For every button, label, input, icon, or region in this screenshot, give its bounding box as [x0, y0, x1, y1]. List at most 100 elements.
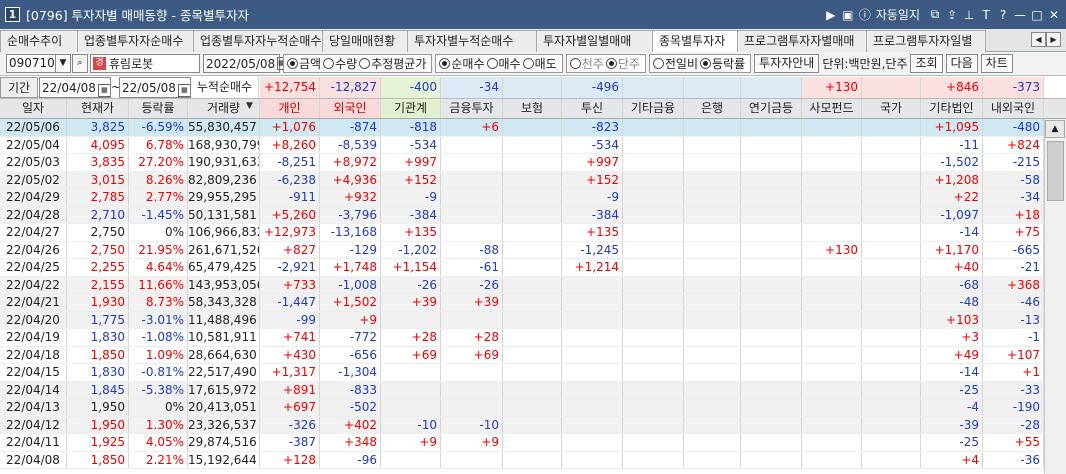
- table-cell: [802, 346, 862, 363]
- table-row[interactable]: 22/04/26 2,750 21.95% 261,671,526 +827 -129 -1…: [0, 241, 1044, 259]
- investor-guide-button[interactable]: 투자자안내: [754, 54, 820, 73]
- table-cell: +1,502: [320, 294, 381, 311]
- table-row[interactable]: 22/04/25 2,255 4.64% 65,479,425 -2,921 +1,748…: [0, 259, 1044, 277]
- col-header-8[interactable]: 보험: [503, 99, 562, 118]
- radio-buy[interactable]: 매수: [486, 55, 521, 72]
- date-input[interactable]: 2022/05/08 ▦: [203, 54, 286, 73]
- col-header-4[interactable]: 개인: [260, 99, 320, 118]
- link-icon[interactable]: ⧉: [929, 7, 941, 22]
- font-icon[interactable]: T: [980, 8, 992, 22]
- radio-thousand-shares[interactable]: 천주: [569, 55, 604, 72]
- chart-button[interactable]: 차트: [980, 54, 1013, 73]
- autolog-button[interactable]: 자동일지: [876, 6, 920, 23]
- col-header-6[interactable]: 기관계: [381, 99, 441, 118]
- info-icon[interactable]: ⓘ: [859, 6, 871, 23]
- radio-prev-day[interactable]: 전일비: [652, 55, 698, 72]
- table-row[interactable]: 22/04/28 2,710 -1.45% 50,131,581 +5,260 -3,79…: [0, 206, 1044, 224]
- vertical-scrollbar[interactable]: ▲: [1044, 119, 1066, 474]
- screen-icon[interactable]: ▣: [842, 8, 854, 22]
- play-icon[interactable]: ▶: [825, 8, 837, 22]
- table-row[interactable]: 22/05/04 4,095 6.78% 168,930,799 +8,260 -8,53…: [0, 136, 1044, 154]
- tab-4[interactable]: 투자자별누적순매수: [407, 30, 537, 52]
- tab-8[interactable]: 프로그램투자자일별: [866, 30, 986, 52]
- tab-1[interactable]: 업종별투자자순매수: [77, 30, 194, 52]
- col-header-0[interactable]: 일자: [0, 99, 67, 118]
- table-cell: [623, 154, 684, 171]
- minimize-icon[interactable]: —: [1014, 8, 1026, 22]
- table-row[interactable]: 22/04/29 2,785 2.77% 29,955,295 -911 +932 -9 -9…: [0, 189, 1044, 207]
- table-cell: +997: [381, 154, 441, 171]
- tab-prev-icon[interactable]: ◀: [1031, 32, 1046, 47]
- table-row[interactable]: 22/04/22 2,155 11.66% 143,953,056 +733 -1,008…: [0, 276, 1044, 294]
- calendar-icon[interactable]: ▦: [177, 84, 190, 97]
- table-row[interactable]: 22/04/21 1,930 8.73% 58,343,328 -1,447 +1,502…: [0, 294, 1044, 312]
- table-row[interactable]: 22/05/02 3,015 8.26% 82,809,236 -6,238 +4,936…: [0, 171, 1044, 189]
- sort-arrow-icon[interactable]: ▼: [246, 101, 253, 111]
- col-header-12[interactable]: 연기금등: [741, 99, 802, 118]
- maximize-icon[interactable]: □: [1031, 8, 1043, 22]
- radio-single-shares[interactable]: 단주: [605, 55, 640, 72]
- column-header-row: 일자 현재가 등락률 거래량 개인 외국인 기관계 금융투자 보험 투신 기타금융 은행 연기금등 사모펀…: [0, 99, 1066, 119]
- col-header-1[interactable]: 현재가: [67, 99, 129, 118]
- stock-name-field: 경 휴림로봇: [90, 54, 200, 73]
- calendar-icon[interactable]: ▦: [97, 84, 110, 97]
- tab-next-icon[interactable]: ▶: [1046, 32, 1061, 47]
- table-row[interactable]: 22/04/12 1,950 1.30% 23,326,537 -326 +402 -10-…: [0, 416, 1044, 434]
- tab-5[interactable]: 투자자별일별매매: [536, 30, 653, 52]
- scroll-up-icon[interactable]: ▲: [1045, 120, 1065, 138]
- period-to-input[interactable]: 22/05/08 ▦: [119, 77, 191, 98]
- table-row[interactable]: 22/04/15 1,830 -0.81% 22,517,490 +1,317 -1,30…: [0, 364, 1044, 382]
- col-header-11[interactable]: 은행: [684, 99, 741, 118]
- table-cell: [562, 329, 623, 346]
- period-from-input[interactable]: 22/04/08 ▦: [39, 77, 111, 98]
- table-cell: -36: [983, 451, 1044, 468]
- table-row[interactable]: 22/04/14 1,845 -5.38% 17,615,972 +891 -833 -25…: [0, 381, 1044, 399]
- table-row[interactable]: 22/04/08 1,850 2.21% 15,192,644 +128 -96 +4 -36: [0, 451, 1044, 469]
- tab-7[interactable]: 프로그램투자자별매매: [737, 30, 867, 52]
- table-cell: -96: [320, 451, 381, 468]
- tab-0[interactable]: 순매수추이: [0, 30, 78, 52]
- table-row[interactable]: 22/04/18 1,850 1.09% 28,664,630 +430 -656 +69 +…: [0, 346, 1044, 364]
- table-cell: [441, 381, 503, 398]
- radio-avg-price[interactable]: 추정평균가: [359, 55, 426, 72]
- next-button[interactable]: 다음: [945, 54, 978, 73]
- table-row[interactable]: 22/04/19 1,830 -1.08% 10,581,911 +741 -772 +28…: [0, 329, 1044, 347]
- radio-change-rate[interactable]: 등락률: [700, 55, 745, 72]
- query-button[interactable]: 조회: [910, 54, 943, 73]
- col-header-13[interactable]: 사모펀드: [802, 99, 862, 118]
- help-icon[interactable]: ?: [997, 8, 1009, 22]
- col-header-2[interactable]: 등락률: [129, 99, 188, 118]
- col-header-16[interactable]: 내외국인: [983, 99, 1044, 118]
- radio-net-buy[interactable]: 순매수: [439, 55, 485, 72]
- table-row[interactable]: 22/05/03 3,835 27.20% 190,931,633 -8,251 +8,9…: [0, 154, 1044, 172]
- stock-code-input[interactable]: 090710: [6, 54, 56, 73]
- table-row[interactable]: 22/04/27 2,750 0% 106,966,832 +12,973 -13,168…: [0, 224, 1044, 242]
- tab-2[interactable]: 업종별투자자누적순매수: [193, 30, 323, 52]
- code-dropdown-icon[interactable]: ▼: [55, 54, 71, 73]
- table-cell: [741, 276, 802, 293]
- table-cell: [684, 381, 741, 398]
- col-header-9[interactable]: 투신: [562, 99, 623, 118]
- table-row[interactable]: 22/05/06 3,825 -6.59% 55,830,457 +1,076 -874-…: [0, 119, 1044, 137]
- col-header-7[interactable]: 금융투자: [441, 99, 503, 118]
- search-icon[interactable]: ⌕: [72, 54, 88, 73]
- close-icon[interactable]: ✕: [1048, 8, 1060, 22]
- radio-amount[interactable]: 금액: [287, 55, 321, 72]
- col-header-14[interactable]: 국가: [862, 99, 921, 118]
- tab-6[interactable]: 종목별투자자: [652, 30, 738, 53]
- table-row[interactable]: 22/04/13 1,950 0% 20,413,051 +697 -502 -4 -190: [0, 399, 1044, 417]
- radio-sell[interactable]: 매도: [522, 55, 557, 72]
- table-cell: -1.45%: [129, 206, 188, 223]
- col-header-15[interactable]: 기타법인: [921, 99, 983, 118]
- col-header-10[interactable]: 기타금융: [623, 99, 684, 118]
- table-row[interactable]: 22/04/20 1,775 -3.01% 11,488,496 -99 +9 +103 -1…: [0, 311, 1044, 329]
- table-row[interactable]: 22/04/11 1,925 4.05% 29,874,516 -387 +348 +9 +9…: [0, 434, 1044, 452]
- table-cell: 55,830,457: [188, 119, 260, 136]
- scroll-thumb[interactable]: [1047, 141, 1064, 201]
- radio-quantity[interactable]: 수량: [323, 55, 357, 72]
- tab-3[interactable]: 당일매매현황: [322, 30, 408, 52]
- pin-icon[interactable]: ⊥: [963, 8, 975, 22]
- export-icon[interactable]: ⇪: [946, 8, 958, 22]
- col-header-5[interactable]: 외국인: [320, 99, 381, 118]
- table-cell: 50,131,581: [188, 206, 260, 223]
